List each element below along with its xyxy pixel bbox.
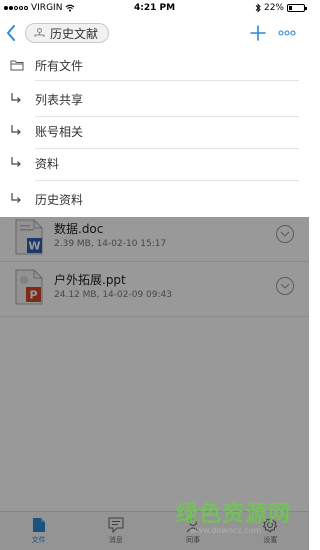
folder-selector[interactable]: 历史文献	[25, 23, 110, 43]
tab-settings[interactable]: 设置	[232, 512, 309, 550]
signal-strength-icon	[4, 6, 28, 10]
file-meta: 24.12 MB, 14-02-09 09:43	[54, 290, 172, 300]
word-doc-icon: W	[15, 219, 43, 255]
dropdown-item-label: 账号相关	[35, 124, 84, 139]
dropdown-item-label: 历史资料	[35, 192, 84, 207]
file-meta: 2.39 MB, 14-02-10 15:17	[54, 239, 166, 249]
folder-title: 历史文献	[50, 26, 99, 41]
more-button[interactable]	[277, 24, 297, 42]
battery-percent: 22%	[263, 3, 284, 13]
tab-bar: 文件 消息 同事 设置	[0, 511, 309, 550]
status-right: 22%	[195, 3, 307, 13]
add-button[interactable]	[249, 24, 267, 42]
file-options-button[interactable]	[276, 277, 294, 295]
file-date: 14-02-09 09:43	[102, 290, 172, 300]
file-date: 14-02-10 15:17	[96, 239, 167, 249]
dropdown-item-materials[interactable]: 资料	[0, 148, 309, 178]
divider	[0, 316, 309, 317]
battery-icon	[287, 4, 307, 12]
battery-level	[289, 6, 292, 10]
plus-icon	[250, 25, 266, 41]
status-time: 4:21 PM	[133, 3, 176, 13]
file-size: 2.39 MB	[54, 239, 91, 249]
file-tab-icon	[32, 518, 45, 532]
carrier-name: VIRGIN	[31, 3, 63, 13]
subfolder-arrow-icon	[11, 157, 21, 167]
tab-label: 文件	[31, 536, 46, 544]
tab-label: 设置	[263, 536, 278, 544]
file-name: 户外拓展.ppt	[54, 273, 126, 287]
file-name: 数据.doc	[54, 222, 104, 236]
divider	[0, 261, 309, 262]
dropdown-item-all-files[interactable]: 所有文件	[0, 50, 309, 80]
word-badge-letter: W	[28, 240, 40, 253]
subfolder-arrow-icon	[11, 193, 21, 203]
nav-actions	[249, 24, 309, 42]
status-bar: VIRGIN 4:21 PM 22%	[0, 0, 309, 16]
folder-icon	[10, 60, 24, 71]
dropdown-item-label: 列表共享	[35, 92, 84, 107]
dropdown-item-list-share[interactable]: 列表共享	[0, 84, 309, 114]
back-button[interactable]	[0, 16, 22, 50]
wifi-icon	[66, 4, 75, 12]
folder-dropdown: 所有文件 列表共享 账号相关 资料 历史资料	[0, 50, 309, 217]
powerpoint-icon: P	[15, 269, 43, 305]
gear-icon	[263, 517, 278, 533]
subfolder-arrow-icon	[11, 125, 21, 135]
chevron-down-icon	[280, 231, 290, 237]
contacts-tab-icon	[186, 518, 200, 533]
bluetooth-icon	[255, 3, 261, 13]
tab-label: 消息	[108, 536, 123, 544]
file-size: 24.12 MB	[54, 290, 97, 300]
file-row[interactable]: W 数据.doc 2.39 MB, 14-02-10 15:17	[0, 217, 309, 267]
tab-label: 同事	[186, 536, 201, 544]
tab-colleagues[interactable]: 同事	[155, 512, 232, 550]
tab-files[interactable]: 文件	[0, 512, 77, 550]
dropdown-item-label: 资料	[35, 156, 60, 171]
status-left: VIRGIN	[4, 3, 114, 13]
dropdown-item-label: 所有文件	[35, 58, 84, 73]
file-list: W 数据.doc 2.39 MB, 14-02-10 15:17 P 户外拓展.…	[0, 217, 309, 511]
dropdown-item-account[interactable]: 账号相关	[0, 116, 309, 146]
divider	[35, 80, 299, 81]
nav-bar: 历史文献	[0, 16, 309, 50]
chevron-down-icon	[280, 283, 290, 289]
ppt-badge-letter: P	[29, 289, 37, 302]
message-tab-icon	[108, 517, 124, 533]
divider	[35, 180, 299, 181]
more-icon	[278, 30, 296, 36]
file-row[interactable]: P 户外拓展.ppt 24.12 MB, 14-02-09 09:43	[0, 267, 309, 317]
subfolder-arrow-icon	[11, 93, 21, 103]
file-options-button[interactable]	[276, 225, 294, 243]
dropdown-item-history[interactable]: 历史资料	[0, 184, 309, 214]
chevron-left-icon	[7, 25, 15, 41]
tab-messages[interactable]: 消息	[77, 512, 154, 550]
folder-tree-icon	[34, 28, 45, 37]
